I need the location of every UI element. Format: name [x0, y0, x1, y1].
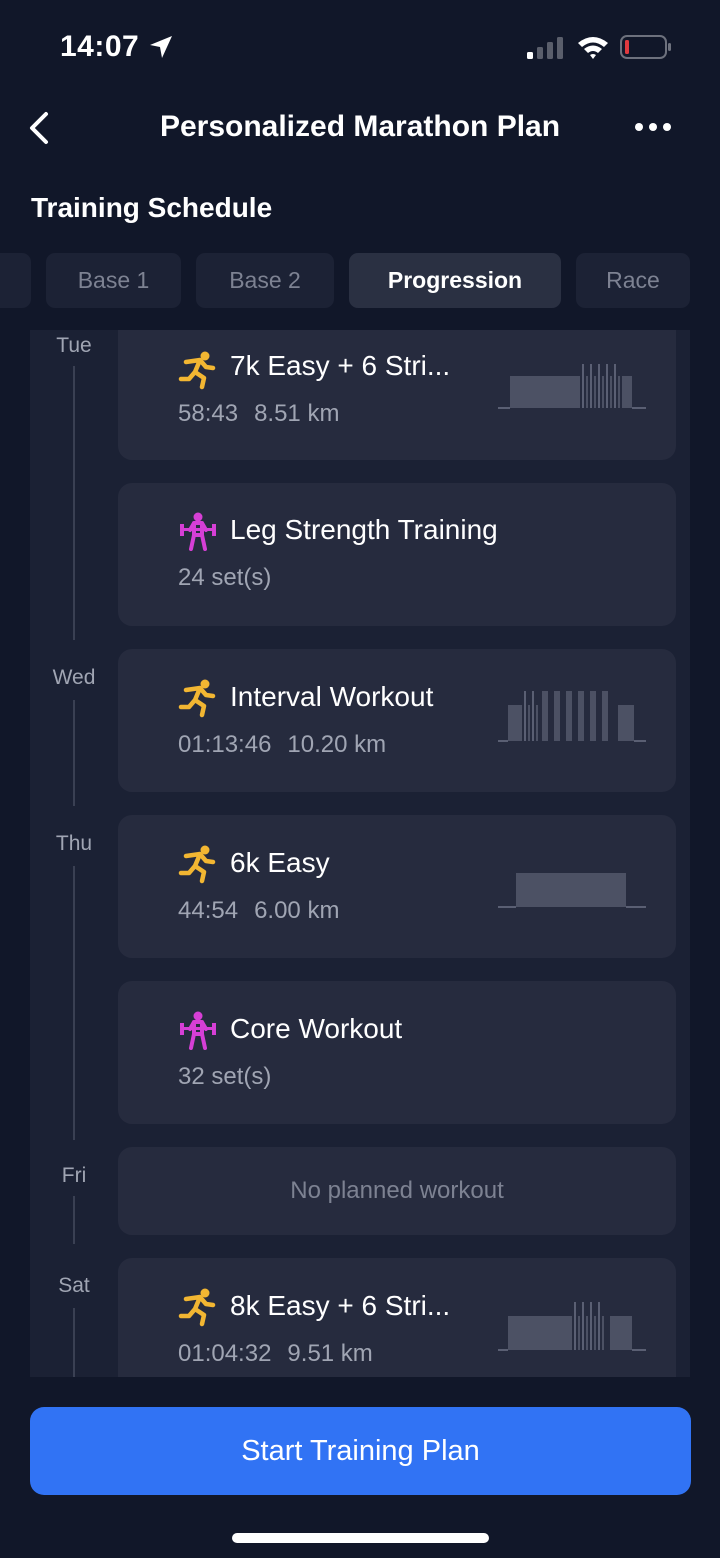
workout-card[interactable]: Core Workout 32 set(s)	[118, 981, 676, 1124]
training-schedule-list[interactable]: Tue 7k Easy + 6 Stri... 58:43 8.51 km Le…	[30, 330, 690, 1377]
workout-duration: 01:04:32	[178, 1340, 272, 1367]
workout-duration: 58:43	[178, 400, 239, 427]
status-bar: 14:07	[0, 0, 720, 96]
weightlifter-icon	[180, 512, 216, 551]
workout-distance: 10.20 km	[287, 731, 387, 758]
battery-icon	[620, 35, 671, 59]
no-workout-card: No planned workout	[118, 1147, 676, 1235]
tab-progression[interactable]: Progression	[349, 253, 561, 308]
workout-distance: 8.51 km	[254, 400, 340, 427]
workout-title: Leg Strength Training	[230, 514, 498, 545]
page-title: Personalized Marathon Plan	[159, 110, 561, 143]
workout-card[interactable]: 8k Easy + 6 Stri... 01:04:32 9.51 km	[118, 1258, 676, 1377]
wifi-icon	[578, 37, 608, 59]
day-label-fri: Fri	[61, 1164, 87, 1187]
workout-distance: 9.51 km	[287, 1340, 373, 1367]
tab-base-1[interactable]: Base 1	[46, 253, 181, 308]
workout-title: Core Workout	[230, 1013, 403, 1044]
workout-title: 8k Easy + 6 Stri...	[230, 1290, 451, 1321]
workout-intensity-graph	[498, 691, 646, 742]
workout-title: Interval Workout	[230, 681, 434, 712]
workout-card[interactable]: Leg Strength Training 24 set(s)	[118, 483, 676, 626]
workout-duration: 44:54	[178, 897, 239, 924]
workout-intensity-graph	[498, 873, 646, 908]
workout-title: 7k Easy + 6 Stri...	[230, 350, 451, 381]
workout-distance: 6.00 km	[254, 897, 340, 924]
nav-bar: Personalized Marathon Plan	[0, 96, 720, 160]
day-label-wed: Wed	[52, 666, 96, 689]
workout-meta: 44:54 6.00 km	[178, 897, 339, 925]
runner-icon	[178, 351, 216, 390]
tab-base-2[interactable]: Base 2	[196, 253, 334, 308]
workout-title: 6k Easy	[230, 847, 330, 878]
runner-icon	[178, 1288, 216, 1327]
weightlifter-icon	[180, 1011, 216, 1050]
home-indicator	[232, 1533, 489, 1543]
day-label-tue: Tue	[56, 334, 92, 357]
workout-intensity-graph	[498, 1302, 646, 1351]
workout-meta: 01:04:32 9.51 km	[178, 1340, 373, 1368]
signal-icon	[527, 37, 563, 59]
workout-card[interactable]: Interval Workout 01:13:46 10.20 km	[118, 649, 676, 792]
phase-tabs: Base 1 Base 2 Progression Race	[0, 253, 720, 309]
runner-icon	[178, 845, 216, 884]
status-time: 14:07	[60, 30, 140, 63]
section-title: Training Schedule	[31, 192, 273, 223]
runner-icon	[178, 679, 216, 718]
tab-previous[interactable]	[0, 253, 31, 308]
location-arrow-icon	[150, 36, 172, 58]
workout-sets: 24 set(s)	[178, 564, 272, 591]
day-label-thu: Thu	[55, 832, 93, 855]
workout-card[interactable]: 6k Easy 44:54 6.00 km	[118, 815, 676, 958]
day-timeline-wed	[73, 700, 75, 806]
day-timeline-sat	[73, 1308, 75, 1377]
day-timeline-tue	[73, 366, 75, 640]
more-dots-icon[interactable]	[632, 112, 674, 142]
workout-meta: 01:13:46 10.20 km	[178, 731, 386, 759]
workout-duration: 01:13:46	[178, 731, 272, 758]
workout-sets: 32 set(s)	[178, 1063, 272, 1090]
day-timeline-thu	[73, 866, 75, 1140]
workout-intensity-graph	[498, 364, 646, 409]
workout-meta: 58:43 8.51 km	[178, 400, 339, 428]
tab-race[interactable]: Race	[576, 253, 690, 308]
start-training-plan-button[interactable]: Start Training Plan	[30, 1407, 691, 1495]
day-label-sat: Sat	[58, 1274, 90, 1297]
workout-card[interactable]: 7k Easy + 6 Stri... 58:43 8.51 km	[118, 330, 676, 460]
day-timeline-fri	[73, 1196, 75, 1244]
